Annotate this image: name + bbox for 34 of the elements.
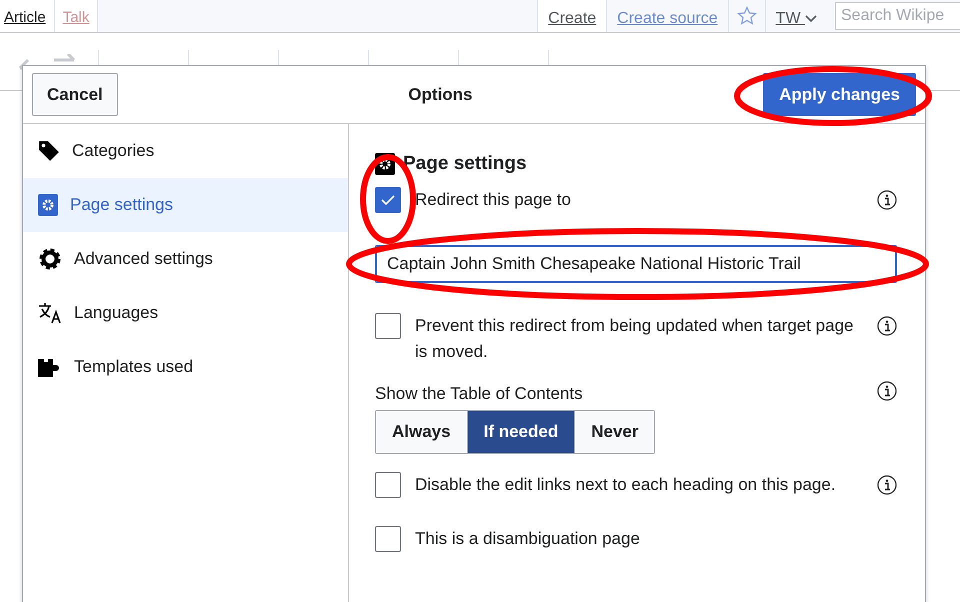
info-icon[interactable] [877,474,897,494]
toggle-option[interactable]: Never [575,411,654,452]
sidebar-item[interactable]: Templates used [23,340,348,394]
checkbox-label: Redirect this page to [415,188,571,210]
section-heading: Page settings [403,152,527,176]
gear-icon [38,247,62,271]
checkbox-label: This is a disambiguation page [415,528,640,550]
sidebar-item[interactable]: Advanced settings [23,232,348,286]
info-icon[interactable] [877,380,897,400]
checkbox[interactable] [375,526,401,552]
translate-icon [38,302,62,324]
toggle-option[interactable]: If needed [468,411,576,452]
checkbox[interactable] [375,312,401,338]
puzzle-icon [38,357,62,377]
view-tab[interactable]: Create [537,0,606,32]
checkbox-label: Prevent this redirect from being updated when target page is moved. [415,314,854,362]
checkbox[interactable] [375,472,401,498]
checkbox[interactable] [375,186,401,212]
sidebar-item[interactable]: Categories [23,124,348,178]
search-field[interactable]: Search Wikipe [835,2,960,30]
info-icon[interactable] [877,190,897,210]
sidebar-item[interactable]: Page settings [23,178,348,232]
cancel-button[interactable]: Cancel [32,72,118,116]
apply-button[interactable]: Apply changes [763,72,916,116]
gear-icon [38,194,58,216]
dialog-title: Options [408,84,473,106]
tag-icon [38,140,60,162]
toggle-option[interactable]: Always [376,411,468,452]
redirect-target-field[interactable]: Captain John Smith Chesapeake National Historic Trail [375,244,897,282]
sidebar-item[interactable]: Languages [23,286,348,340]
info-icon[interactable] [877,316,897,336]
field-label: Show the Table of Contents [375,382,583,404]
checkbox-label: Disable the edit links next to each heading on this page. [415,474,836,496]
page-tab[interactable]: Article [0,0,55,32]
